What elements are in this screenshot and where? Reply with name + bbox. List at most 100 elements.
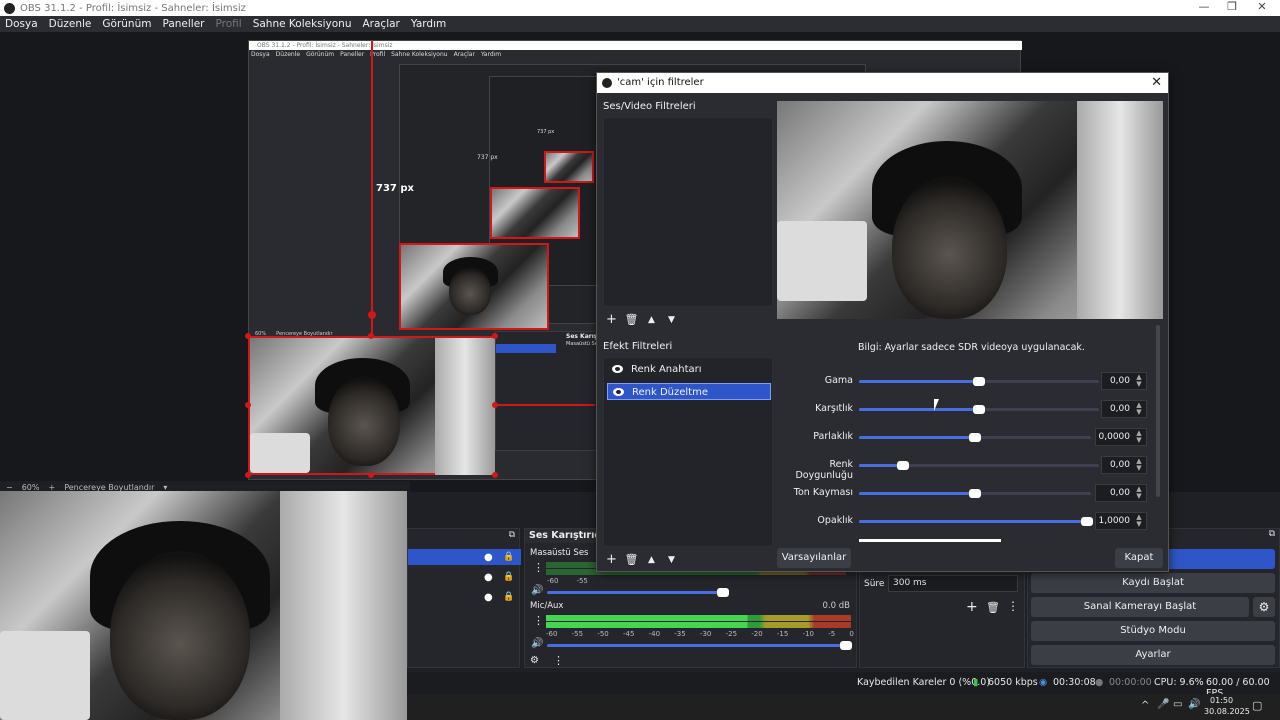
spin-arrows-icon[interactable]: ▲ ▼	[1133, 458, 1145, 472]
settings-button[interactable]: Ayarlar	[1031, 645, 1275, 665]
transition-menu-icon[interactable]: ⋮	[1007, 599, 1019, 613]
network-icon[interactable]: ▭	[1173, 699, 1182, 710]
channel-name: Masaüstü Ses	[530, 548, 589, 558]
spin-arrows-icon[interactable]: ▲ ▼	[1133, 402, 1145, 416]
lock-icon[interactable]: 🔒	[503, 552, 514, 562]
spin-value: 0,00	[1109, 488, 1130, 498]
move-up-button[interactable]: ▲	[643, 312, 660, 328]
menu-profile[interactable]: Profil	[216, 18, 242, 30]
volume-icon[interactable]: 🔊	[1188, 699, 1200, 710]
clock-time: 01:50	[1210, 696, 1234, 705]
eye-icon[interactable]: ●	[484, 572, 493, 583]
source-row-selected[interactable]: ● 🔒	[408, 549, 521, 565]
lock-icon[interactable]: 🔒	[503, 572, 514, 582]
chevron-up-icon[interactable]: ^	[1141, 700, 1149, 711]
menu-docks[interactable]: Paneller	[162, 18, 204, 30]
channel-menu-icon[interactable]: ⋮	[533, 614, 544, 627]
menu-tools[interactable]: Araçlar	[363, 18, 400, 30]
advanced-audio-icon[interactable]: ⚙	[530, 655, 539, 666]
menu-scene-collection[interactable]: Sahne Koleksiyonu	[253, 18, 352, 30]
close-button[interactable]: ✕	[1248, 0, 1276, 16]
resize-handle[interactable]	[245, 402, 251, 408]
gamma-spinbox[interactable]: 0,00 ▲ ▼	[1101, 372, 1147, 390]
studio-mode-button[interactable]: Stüdyo Modu	[1031, 621, 1275, 641]
dock-float-icon[interactable]: ⧉	[1269, 529, 1275, 539]
duration-input[interactable]: 300 ms	[888, 575, 1018, 592]
resize-handle[interactable]	[492, 333, 498, 339]
speaker-icon[interactable]: 🔊	[531, 638, 543, 649]
filter-item-color-key[interactable]: Renk Anahtarı	[607, 361, 771, 378]
nested-menu-item: Görünüm	[306, 51, 335, 58]
trash-icon[interactable]: 🗑	[623, 552, 640, 568]
meter-tick: -10	[802, 630, 814, 638]
resize-handle[interactable]	[245, 472, 251, 478]
resize-handle[interactable]	[245, 333, 251, 339]
resize-handle[interactable]	[368, 472, 374, 478]
spin-value: 0,00	[1109, 460, 1130, 470]
add-filter-button[interactable]: +	[603, 552, 620, 568]
opacity-slider[interactable]	[859, 517, 1093, 526]
add-transition-button[interactable]: +	[966, 599, 978, 615]
meter-tick: 0	[849, 630, 854, 638]
gear-icon[interactable]: ⚙	[1253, 597, 1275, 617]
trash-icon[interactable]: 🗑	[986, 601, 1000, 614]
notification-icon[interactable]: ▢	[1252, 699, 1262, 712]
meter-tick: -40	[648, 630, 661, 638]
record-time: 00:00:00	[1109, 677, 1152, 688]
move-down-button[interactable]: ▼	[663, 552, 680, 568]
brightness-slider[interactable]	[859, 433, 1091, 442]
menu-view[interactable]: Görünüm	[102, 18, 151, 30]
dock-float-icon[interactable]: ⧉	[509, 530, 515, 540]
av-filters-list[interactable]	[603, 117, 773, 307]
volume-slider[interactable]	[547, 641, 852, 650]
spin-arrows-icon[interactable]: ▲ ▼	[1133, 430, 1145, 444]
color-multiply-slider-partial[interactable]	[859, 539, 1001, 542]
resize-handle[interactable]	[492, 472, 498, 478]
gamma-slider[interactable]	[859, 377, 1099, 386]
brightness-spinbox[interactable]: 0,0000 ▲ ▼	[1095, 428, 1147, 446]
speaker-icon[interactable]: 🔊	[531, 585, 543, 596]
eye-icon[interactable]	[613, 388, 624, 396]
guide-handle[interactable]	[368, 311, 376, 319]
eye-icon[interactable]: ●	[484, 592, 493, 603]
channel-menu-icon[interactable]: ⋮	[533, 561, 544, 574]
volume-slider[interactable]	[547, 588, 729, 597]
resize-handle[interactable]	[368, 333, 374, 339]
start-virtual-camera-button[interactable]: Sanal Kamerayı Başlat	[1031, 597, 1249, 617]
meter-tick: -45	[622, 630, 635, 638]
contrast-slider[interactable]	[859, 405, 1099, 414]
opacity-spinbox[interactable]: 1,0000 ▲ ▼	[1095, 512, 1147, 530]
menu-help[interactable]: Yardım	[411, 18, 446, 30]
lock-icon[interactable]: 🔒	[503, 592, 514, 602]
saturation-slider[interactable]	[859, 461, 1099, 470]
properties-scrollbar[interactable]	[1156, 325, 1160, 497]
dialog-close-button[interactable]: Kapat	[1115, 548, 1163, 568]
hue-shift-slider[interactable]	[859, 489, 1091, 498]
microphone-icon[interactable]: 🎤	[1157, 699, 1169, 710]
hue-shift-spinbox[interactable]: 0,00 ▲ ▼	[1095, 484, 1147, 502]
start-recording-button[interactable]: Kaydı Başlat	[1031, 573, 1275, 593]
spin-arrows-icon[interactable]: ▲ ▼	[1133, 486, 1145, 500]
move-up-button[interactable]: ▲	[643, 552, 660, 568]
meter-tick: -25	[725, 630, 738, 638]
menu-file[interactable]: Dosya	[5, 18, 38, 30]
spin-arrows-icon[interactable]: ▲ ▼	[1133, 374, 1145, 388]
trash-icon[interactable]: 🗑	[623, 312, 640, 328]
mixer-menu-icon[interactable]: ⋮	[553, 654, 564, 667]
minimize-button[interactable]: —	[1190, 0, 1218, 16]
defaults-button[interactable]: Varsayılanlar	[777, 548, 851, 568]
menu-edit[interactable]: Düzenle	[49, 18, 92, 30]
eye-icon[interactable]	[612, 365, 623, 373]
spin-arrows-icon[interactable]: ▲ ▼	[1133, 514, 1145, 528]
filter-item-color-correction[interactable]: Renk Düzeltme	[607, 383, 771, 400]
saturation-spinbox[interactable]: 0,00 ▲ ▼	[1101, 456, 1147, 474]
dropped-frames: Kaybedilen Kareler 0 (%0.0)	[857, 677, 991, 688]
contrast-spinbox[interactable]: 0,00 ▲ ▼	[1101, 400, 1147, 418]
signal-icon: ▮	[973, 677, 979, 688]
selected-source-cam[interactable]	[248, 336, 495, 475]
move-down-button[interactable]: ▼	[663, 312, 680, 328]
maximize-button[interactable]: ❐	[1218, 0, 1246, 16]
dialog-close-icon[interactable]: ✕	[1151, 73, 1162, 93]
eye-icon[interactable]: ●	[484, 552, 493, 563]
add-filter-button[interactable]: +	[603, 312, 620, 328]
